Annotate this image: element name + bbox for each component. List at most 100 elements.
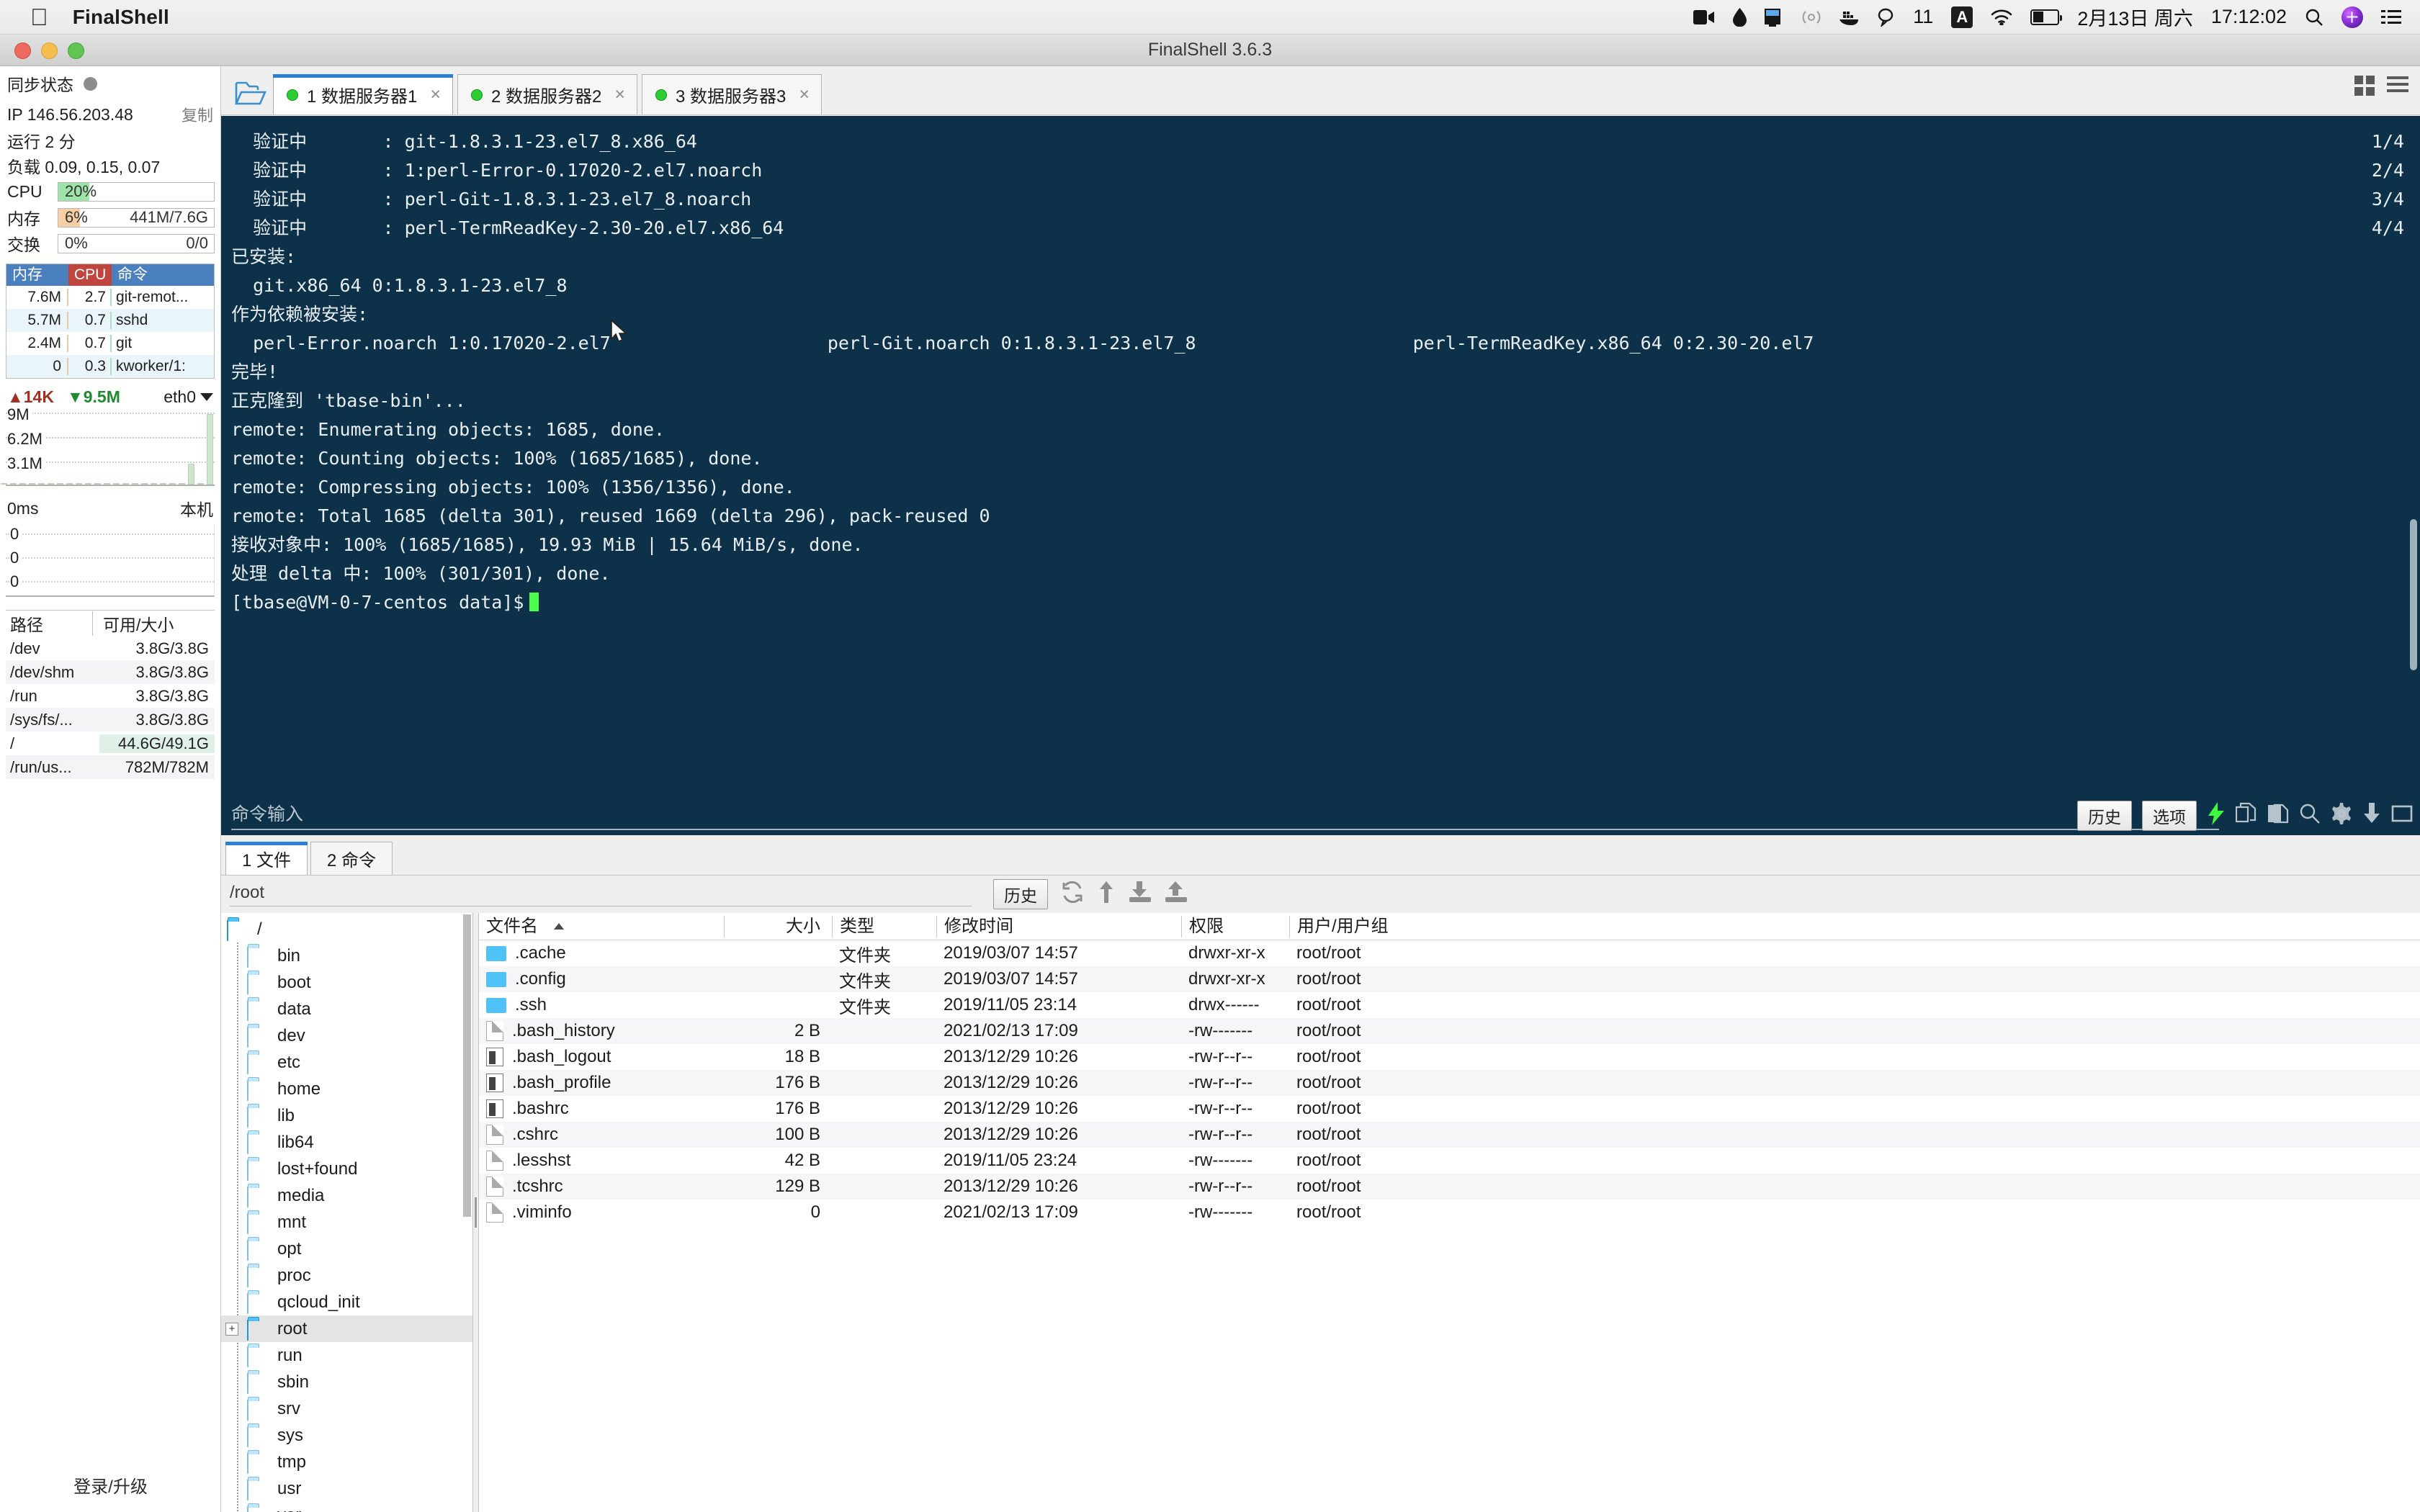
tree-node-media[interactable]: media [221,1182,472,1209]
terminal-output[interactable]: 1/4 验证中 : git-1.8.3.1-23.el7_8.x86_64 2/4… [221,116,2420,795]
file-col-header[interactable]: 类型 [832,915,936,937]
process-col-cmd[interactable]: 命令 [112,264,214,286]
display-icon[interactable] [1765,7,1783,27]
file-row[interactable]: .bash_profile 176 B 2013/12/29 10:26 -rw-r-… [479,1070,2420,1096]
paste-icon[interactable] [2267,802,2289,830]
disk-row[interactable]: /run 3.8G/3.8G [6,684,215,708]
tree-node-home[interactable]: home [221,1076,472,1102]
tree-scrollbar[interactable] [463,914,471,1217]
file-panel-tab[interactable]: 1 文件 [225,842,308,875]
refresh-icon[interactable] [1061,881,1084,908]
search-icon[interactable] [2305,8,2323,27]
process-row[interactable]: 7.6M 2.7 git-remot... [6,286,214,309]
gear-icon[interactable] [2331,802,2352,829]
disk-row[interactable]: / 44.6G/49.1G [6,732,215,755]
file-row[interactable]: .viminfo 0 2021/02/13 17:09 -rw------- root/… [479,1200,2420,1225]
tree-node-usr[interactable]: usr [221,1475,472,1502]
airdrop-icon[interactable] [1801,8,1821,27]
file-row[interactable]: .cshrc 100 B 2013/12/29 10:26 -rw-r--r-- roo… [479,1122,2420,1148]
disk-row[interactable]: /run/us... 782M/782M [6,755,215,779]
pane-splitter[interactable] [473,913,479,1512]
session-tab-3[interactable]: 3 数据服务器3 × [641,74,822,114]
apple-icon[interactable]:  [30,5,48,29]
search-icon[interactable] [2299,803,2321,829]
tree-node-bin[interactable]: bin [221,942,472,969]
tree-node-dev[interactable]: dev [221,1022,472,1049]
tree-node-data[interactable]: data [221,996,472,1022]
login-upgrade-button[interactable]: 登录/升级 [0,1472,221,1498]
tree-node-mnt[interactable]: mnt [221,1209,472,1236]
siri-icon[interactable] [2341,6,2363,28]
tree-node-var[interactable]: var [221,1502,472,1512]
file-col-header[interactable]: 修改时间 [936,915,1181,937]
session-tab-2[interactable]: 2 数据服务器2 × [457,74,637,114]
process-row[interactable]: 5.7M 0.7 sshd [6,309,214,332]
tree-node-root[interactable]: + root [221,1315,472,1342]
wifi-icon[interactable] [1991,9,2012,25]
disk-row[interactable]: /dev/shm 3.8G/3.8G [6,660,215,684]
file-row[interactable]: .bash_history 2 B 2021/02/13 17:09 -rw-----… [479,1018,2420,1044]
latency-target[interactable]: 本机 [180,496,213,521]
tree-node-opt[interactable]: opt [221,1236,472,1262]
tree-node-root[interactable]: / [221,916,472,942]
process-col-mem[interactable]: 内存 [6,264,68,286]
close-icon[interactable]: × [614,84,625,105]
file-row[interactable]: .bash_logout 18 B 2013/12/29 10:26 -rw-r--r… [479,1044,2420,1070]
tree-node-etc[interactable]: etc [221,1049,472,1076]
droplet-icon[interactable] [1733,7,1747,27]
docker-whale-icon[interactable] [1839,9,1860,26]
maximize-window-button[interactable] [68,42,84,59]
process-col-cpu[interactable]: CPU [68,264,112,286]
file-row[interactable]: .tcshrc 129 B 2013/12/29 10:26 -rw-r--r-- ro… [479,1174,2420,1200]
copy-icon[interactable] [2235,802,2257,830]
file-history-button[interactable]: 历史 [993,879,1048,909]
file-row[interactable]: .config 文件夹 2019/03/07 14:57 drwxr-xr-x root… [479,966,2420,992]
expand-icon[interactable]: + [225,1322,238,1336]
file-row[interactable]: .lesshst 42 B 2019/11/05 23:24 -rw------- ro… [479,1148,2420,1174]
copy-ip-button[interactable]: 复制 [182,103,213,126]
tree-node-lib[interactable]: lib [221,1102,472,1129]
close-window-button[interactable] [14,42,31,59]
tree-node-srv[interactable]: srv [221,1395,472,1422]
command-input[interactable]: 命令输入 [231,800,2219,830]
grid-view-icon[interactable] [2354,75,2375,102]
file-row[interactable]: .ssh 文件夹 2019/11/05 23:14 drwx------ root/ro… [479,992,2420,1018]
minimize-window-button[interactable] [41,42,58,59]
download-icon[interactable] [2362,802,2381,829]
video-camera-icon[interactable] [1693,9,1715,24]
terminal-scrollbar[interactable] [2410,519,2417,670]
close-icon[interactable]: × [799,84,810,105]
close-icon[interactable]: × [430,84,441,105]
tree-node-tmp[interactable]: tmp [221,1449,472,1475]
tree-node-sbin[interactable]: sbin [221,1369,472,1395]
upload-file-icon[interactable] [1165,881,1188,908]
file-row[interactable]: .cache 文件夹 2019/03/07 14:57 drwxr-xr-x root/… [479,940,2420,966]
input-method-indicator[interactable]: A [1951,6,1973,28]
file-panel-tab[interactable]: 2 命令 [310,842,393,875]
process-row[interactable]: 2.4M 0.7 git [6,332,214,355]
file-col-header[interactable]: 大小 [724,915,832,937]
tree-node-boot[interactable]: boot [221,969,472,996]
process-row[interactable]: 0 0.3 kworker/1: [6,355,214,378]
disk-row[interactable]: /sys/fs/... 3.8G/3.8G [6,708,215,732]
tree-node-qcloud_init[interactable]: qcloud_init [221,1289,472,1315]
network-interface-selector[interactable]: eth0 [163,387,213,407]
file-col-header[interactable]: 权限 [1181,915,1289,937]
file-col-header[interactable]: 文件名 [479,916,724,937]
download-file-icon[interactable] [1129,881,1152,908]
battery-icon[interactable] [2030,9,2063,25]
session-tab-1[interactable]: 1 数据服务器1 × [273,74,453,114]
tree-node-run[interactable]: run [221,1342,472,1369]
file-row[interactable]: .bashrc 176 B 2013/12/29 10:26 -rw-r--r-- ro… [479,1096,2420,1122]
terminal-history-button[interactable]: 历史 [2077,801,2132,831]
lightning-icon[interactable] [2207,801,2226,830]
tree-node-lib64[interactable]: lib64 [221,1129,472,1156]
list-view-icon[interactable] [2387,75,2408,102]
tree-node-lost+found[interactable]: lost+found [221,1156,472,1182]
speech-bubble-icon[interactable] [1878,8,1895,27]
tree-node-proc[interactable]: proc [221,1262,472,1289]
directory-tree[interactable]: / bin boot data dev etc home lib lib64 lost+found… [221,913,473,1512]
file-col-header[interactable]: 用户/用户组 [1289,915,1455,937]
upload-arrow-icon[interactable] [1097,881,1116,908]
terminal-options-button[interactable]: 选项 [2142,801,2197,831]
